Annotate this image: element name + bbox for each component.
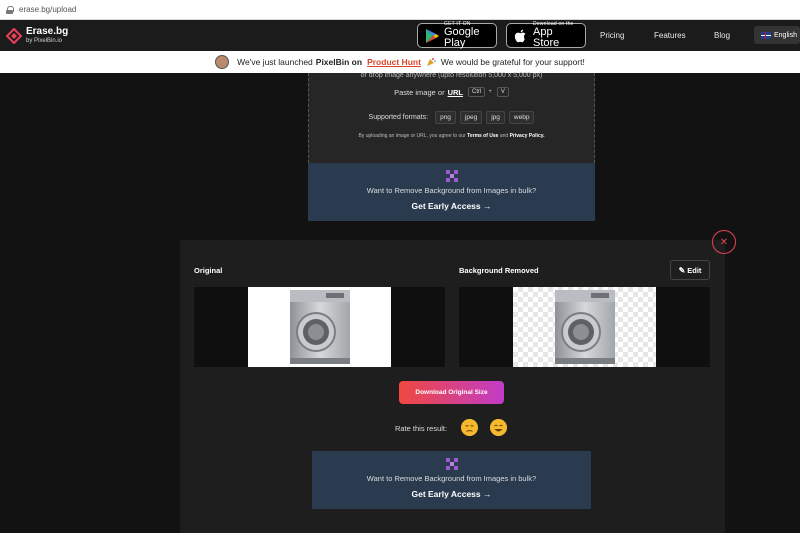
key-ctrl: Ctrl — [468, 87, 486, 97]
google-play-button[interactable]: GET IT ON Google Play — [417, 22, 497, 49]
formats-label: Supported formats: — [368, 114, 429, 121]
key-v: V — [496, 87, 509, 97]
upload-resolution-hint: or drop image anywhere (upto resolution … — [360, 72, 543, 79]
get-early-access-link[interactable]: Get Early Access → — [411, 201, 491, 211]
app-store-button[interactable]: Download on the App Store — [506, 22, 586, 49]
pixel-grid-icon — [445, 458, 458, 470]
happy-face-icon[interactable] — [490, 419, 507, 436]
close-icon: ✕ — [719, 236, 729, 248]
browser-url-bar[interactable]: erase.bg/upload — [0, 0, 800, 20]
google-play-big-text: Google Play — [444, 26, 480, 49]
close-button[interactable]: ✕ — [712, 230, 736, 254]
paste-row: Paste image or URL Ctrl + V — [308, 87, 595, 97]
nav-link-blog[interactable]: Blog — [714, 31, 730, 40]
product-hunt-link[interactable]: Product Hunt — [367, 57, 421, 67]
url-text[interactable]: erase.bg/upload — [19, 5, 76, 14]
google-play-icon — [426, 28, 439, 43]
nav-link-features[interactable]: Features — [654, 31, 686, 40]
language-selector[interactable]: English — [754, 26, 800, 44]
terms-notice: By uploading an image or URL, you agree … — [308, 133, 595, 139]
format-badge-jpeg: jpeg — [459, 111, 483, 124]
paste-label: Paste image or — [394, 87, 445, 97]
rate-label: Rate this result: — [395, 424, 448, 433]
bulk-title: Want to Remove Background from Images in… — [366, 474, 537, 483]
bulk-promo-bottom: Want to Remove Background from Images in… — [312, 451, 591, 509]
erase-bg-logo-icon — [6, 27, 22, 44]
nav-link-pricing[interactable]: Pricing — [600, 31, 624, 40]
format-badge-webp: webp — [508, 111, 535, 124]
background-removed-image — [513, 287, 656, 367]
supported-formats-row: Supported formats: png jpeg jpg webp — [308, 111, 595, 124]
terms-and: and — [499, 133, 509, 139]
uk-flag-icon — [761, 31, 771, 39]
pixel-grid-icon — [445, 170, 458, 182]
app-store-big-text: App Store — [533, 26, 560, 49]
key-plus: + — [488, 89, 492, 95]
lock-icon — [6, 5, 14, 14]
privacy-policy-link[interactable]: Privacy Policy. — [510, 133, 545, 139]
announcement-brand: PixelBin on — [315, 57, 363, 67]
brand-subtitle: by PixelBin.io — [26, 38, 63, 44]
pencil-icon: ✎ — [678, 265, 686, 275]
edit-label: Edit — [687, 265, 702, 275]
background-removed-image-frame — [459, 287, 710, 367]
sad-face-icon[interactable] — [461, 419, 478, 436]
bulk-promo-top: Want to Remove Background from Images in… — [308, 163, 595, 221]
announcement-bar: We've just launched PixelBin on Product … — [0, 51, 800, 73]
get-early-access-link[interactable]: Get Early Access → — [411, 489, 491, 499]
announcement-suffix: We would be grateful for your support! — [440, 57, 585, 67]
background-removed-label: Background Removed — [459, 266, 539, 275]
language-label: English — [774, 31, 797, 39]
terms-of-use-link[interactable]: Terms of Use — [467, 133, 498, 139]
original-image — [248, 287, 391, 367]
announcement-prefix: We've just launched — [237, 57, 313, 67]
original-label: Original — [194, 266, 223, 275]
washing-machine-cutout-image — [555, 290, 615, 364]
product-hunt-mascot-icon — [215, 55, 230, 69]
top-navigation: Erase.bg by PixelBin.io GET IT ON Google… — [0, 20, 800, 51]
brand-logo[interactable]: Erase.bg by PixelBin.io — [6, 27, 68, 44]
download-original-size-button[interactable]: Download Original Size — [399, 381, 504, 404]
washing-machine-image — [290, 290, 350, 364]
original-image-frame — [194, 287, 445, 367]
paste-url-link[interactable]: URL — [448, 88, 463, 97]
terms-prefix: By uploading an image or URL, you agree … — [358, 133, 466, 139]
format-badge-jpg: jpg — [486, 111, 505, 124]
party-popper-icon — [426, 58, 436, 66]
bulk-title: Want to Remove Background from Images in… — [366, 186, 537, 195]
edit-button[interactable]: ✎ Edit — [670, 260, 710, 280]
brand-name: Erase.bg — [26, 26, 69, 37]
apple-icon — [514, 29, 526, 42]
format-badge-png: png — [435, 111, 456, 124]
